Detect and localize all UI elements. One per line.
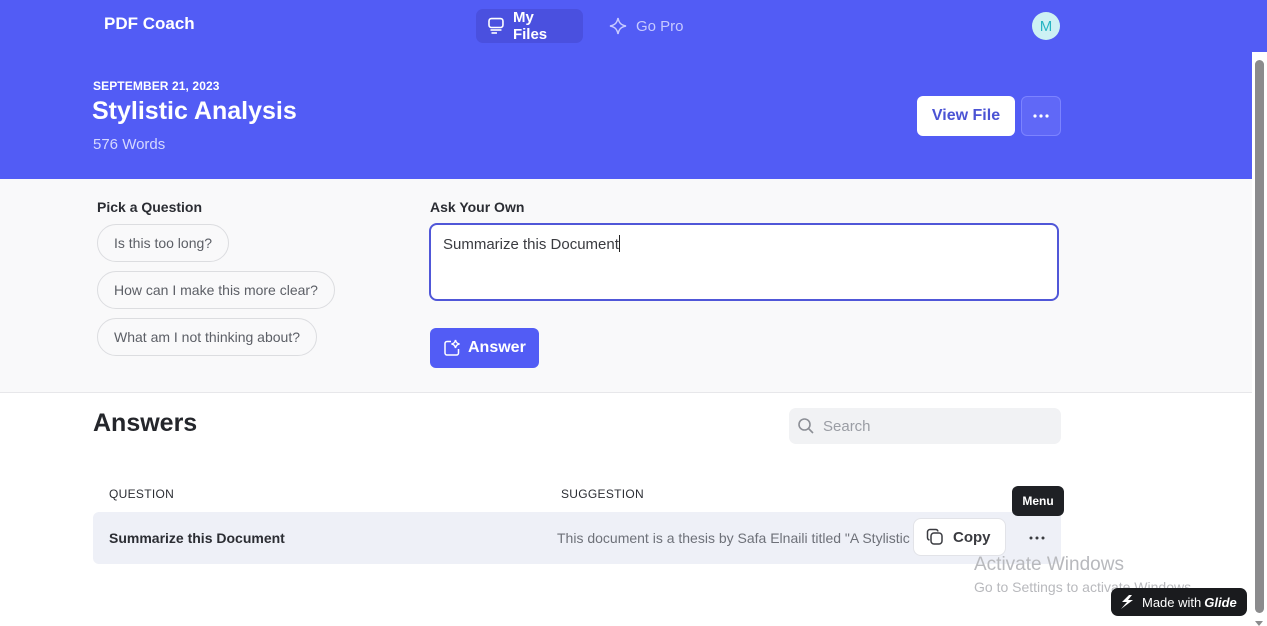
scrollbar-thumb[interactable] bbox=[1255, 60, 1264, 613]
tab-go-pro-label: Go Pro bbox=[636, 17, 684, 35]
row-suggestion: This document is a thesis by Safa Elnail… bbox=[557, 530, 917, 546]
copy-button-label: Copy bbox=[953, 528, 991, 546]
column-header-suggestion[interactable]: SUGGESTION bbox=[561, 487, 644, 501]
search-input[interactable] bbox=[823, 417, 1043, 435]
brand-logo[interactable]: PDF Coach bbox=[104, 14, 195, 34]
ellipsis-icon bbox=[1033, 114, 1049, 118]
glide-brand: Glide bbox=[1204, 594, 1237, 610]
copy-icon bbox=[926, 528, 943, 545]
column-header-question[interactable]: QUESTION bbox=[109, 487, 174, 501]
ask-question-input[interactable]: Summarize this Document G bbox=[429, 223, 1059, 301]
made-with-glide-badge[interactable]: Made with Glide bbox=[1111, 588, 1247, 616]
tab-go-pro[interactable]: Go Pro bbox=[597, 9, 695, 43]
sparkle-icon bbox=[609, 17, 627, 35]
sparkle-edit-icon bbox=[444, 339, 460, 356]
ask-question-value: Summarize this Document bbox=[443, 236, 619, 253]
word-count: 576 Words bbox=[93, 136, 166, 153]
answer-button[interactable]: Answer bbox=[430, 328, 539, 368]
top-nav: PDF Coach My Files Go Pro M bbox=[0, 0, 1267, 52]
text-caret bbox=[618, 235, 620, 252]
files-icon bbox=[488, 17, 504, 34]
menu-tooltip: Menu bbox=[1012, 486, 1064, 516]
ellipsis-icon bbox=[1029, 536, 1045, 540]
view-file-button[interactable]: View File bbox=[917, 96, 1015, 136]
tab-my-files-label: My Files bbox=[512, 9, 548, 43]
ask-your-own-label: Ask Your Own bbox=[430, 199, 525, 215]
question-section: Pick a Question Is this too long? How ca… bbox=[0, 179, 1252, 393]
question-chip[interactable]: How can I make this more clear? bbox=[97, 271, 335, 309]
document-date: SEPTEMBER 21, 2023 bbox=[93, 79, 220, 93]
activate-windows-title: Activate Windows bbox=[974, 554, 1124, 575]
tab-my-files[interactable]: My Files bbox=[476, 9, 583, 43]
answers-heading: Answers bbox=[93, 409, 198, 437]
search-box[interactable] bbox=[789, 408, 1061, 444]
row-question: Summarize this Document bbox=[109, 530, 285, 546]
pick-question-label: Pick a Question bbox=[97, 199, 203, 215]
scrollbar[interactable] bbox=[1252, 52, 1267, 626]
search-icon bbox=[798, 418, 814, 434]
glide-prefix: Made with bbox=[1142, 594, 1202, 610]
more-options-button[interactable] bbox=[1021, 96, 1061, 136]
scroll-down-arrow[interactable] bbox=[1255, 621, 1263, 626]
copy-button[interactable]: Copy bbox=[913, 518, 1006, 556]
avatar[interactable]: M bbox=[1032, 12, 1060, 40]
row-menu-button[interactable] bbox=[1025, 526, 1049, 550]
page-title: Stylistic Analysis bbox=[92, 97, 297, 125]
answer-button-label: Answer bbox=[468, 339, 526, 356]
glide-logo-icon bbox=[1121, 595, 1133, 609]
table-row[interactable]: Summarize this Document This document is… bbox=[93, 512, 1061, 564]
question-chip[interactable]: What am I not thinking about? bbox=[97, 318, 317, 356]
document-header: SEPTEMBER 21, 2023 Stylistic Analysis 57… bbox=[0, 52, 1252, 179]
question-chip[interactable]: Is this too long? bbox=[97, 224, 230, 262]
